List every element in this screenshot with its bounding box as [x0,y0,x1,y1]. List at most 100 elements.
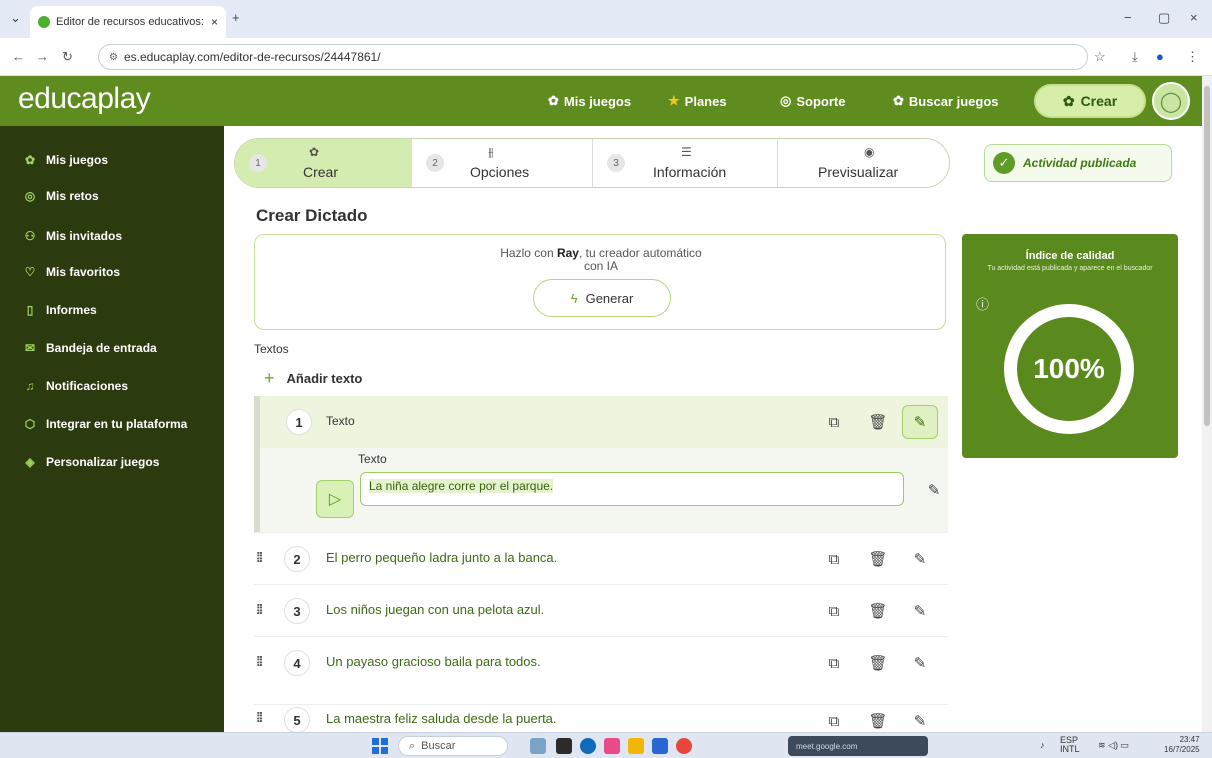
delete-icon[interactable]: 🗑 [864,707,892,732]
sentence-input[interactable]: La niña alegre corre por el parque. [360,472,904,506]
sidebar-item-mis-retos[interactable]: ◎ Mis retos [20,186,99,206]
edit-field-icon[interactable]: ✎ [920,476,948,504]
sidebar-item-integrar[interactable]: ⬡ Integrar en tu plataforma [20,414,188,434]
ray-bolt-icon: ϟ [570,290,578,306]
list-item[interactable]: ⁞⁞ 4 Un payaso gracioso baila para todos… [254,636,948,688]
step-opciones[interactable]: 2 ⫵ Opciones [412,139,592,187]
cube-icon: ⬡ [24,417,36,431]
sidebar-item-notificaciones[interactable]: ♫ Notificaciones [20,376,129,396]
step-label: Crear [303,164,339,180]
list-item[interactable]: ⁞⁞ 2 El perro pequeño ladra junto a la b… [254,532,948,584]
sidebar-item-personalizar[interactable]: ◈ Personalizar juegos [20,452,159,472]
taskview-icon[interactable] [556,738,572,754]
back-icon[interactable]: ← [12,49,25,64]
puzzle-icon: ✿ [1062,92,1075,109]
minimize-button[interactable]: − [1124,10,1132,25]
step-previsualizar[interactable]: ◉ Previsualizar [778,139,950,187]
sentence-value: La niña alegre corre por el parque. [369,479,554,493]
delete-icon[interactable]: 🗑 [864,649,892,677]
windows-start-icon[interactable] [372,738,388,754]
duplicate-icon[interactable]: ⧉ [820,649,848,677]
sidebar-item-mis-favoritos[interactable]: ♡ Mis favoritos [20,262,120,282]
edit-icon[interactable]: ✎ [906,649,934,677]
text-item-header[interactable]: 1 Texto ⧉ 🗑 ✎ [260,396,948,448]
favicon-icon [38,16,50,28]
maximize-button[interactable]: ▢ [1158,10,1170,26]
duplicate-icon[interactable]: ⧉ [820,597,848,625]
scrollbar-thumb[interactable] [1204,86,1210,426]
list-item[interactable]: ⁞⁞ 5 La maestra feliz saluda desde la pu… [254,704,948,732]
delete-icon[interactable]: 🗑 [864,408,892,436]
add-text-button[interactable]: + Añadir texto [264,368,362,389]
nav-soporte[interactable]: ◎ Soporte [780,93,845,109]
close-window-button[interactable]: × [1190,10,1198,25]
url-field[interactable]: ⚙ es.educaplay.com/editor-de-recursos/24… [98,44,1088,70]
create-button[interactable]: ✿ Crear [1034,84,1146,118]
sidebar-item-bandeja[interactable]: ✉ Bandeja de entrada [20,338,157,358]
step-informacion[interactable]: 3 ☰ Información [593,139,777,187]
edit-icon[interactable]: ✎ [906,707,934,732]
item-number: 1 [286,409,312,435]
photos-icon[interactable] [604,738,620,754]
menu-icon[interactable]: ⋮ [1186,49,1199,65]
drag-handle-icon[interactable]: ⁞⁞ [256,709,263,725]
step-label: Previsualizar [818,164,899,180]
sidebar-item-mis-juegos[interactable]: ✿ Mis juegos [20,150,108,170]
site-info-icon[interactable]: ⚙ [109,52,118,63]
folder-icon[interactable] [628,738,644,754]
info-icon[interactable]: ⓘ [976,294,989,313]
duplicate-icon[interactable]: ⧉ [820,707,848,732]
step-crear[interactable]: 1 ✿ Crear [235,139,411,187]
nav-mis-juegos[interactable]: ✿ Mis juegos [548,93,631,109]
sidebar-item-informes[interactable]: ▯ Informes [20,300,97,320]
widgets-icon[interactable] [530,738,546,754]
mic-icon[interactable]: ♪ [1040,740,1045,750]
tab-search-icon[interactable]: ⌄ [10,10,21,26]
meet-label: meet.google.com [796,741,858,751]
drag-handle-icon[interactable]: ⁞⁞ [256,653,263,669]
download-icon[interactable]: ⤓ [1132,49,1138,65]
sidebar-item-mis-invitados[interactable]: ⚇ Mis invitados [20,226,122,246]
step-label: Opciones [470,164,530,180]
taskbar-search[interactable]: ⌕ Buscar [398,736,508,756]
edit-icon[interactable]: ✎ [906,597,934,625]
duplicate-icon[interactable]: ⧉ [820,408,848,436]
nav-buscar-juegos[interactable]: ✿ Buscar juegos [893,93,999,109]
language-indicator[interactable]: ESP INTL [1060,736,1080,754]
sidebar-item-label: Mis retos [46,189,99,203]
play-audio-button[interactable]: ▷ [316,480,354,518]
nav-planes[interactable]: ★ Planes [668,93,727,109]
tab-close-icon[interactable]: × [211,15,218,29]
edit-icon[interactable]: ✎ [902,405,938,439]
new-tab-button[interactable]: + [232,10,240,25]
wifi-volume-battery-icon[interactable]: ≋ ◁) ▭ [1098,740,1129,751]
vertical-scrollbar[interactable] [1202,76,1212,732]
avatar[interactable]: ◯ [1152,82,1190,120]
educaplay-logo[interactable]: educaplay [18,82,151,116]
sidebar-item-label: Informes [46,303,97,317]
sidebar-item-label: Notificaciones [46,379,129,393]
list-item[interactable]: ⁞⁞ 3 Los niños juegan con una pelota azu… [254,584,948,636]
delete-icon[interactable]: 🗑 [864,597,892,625]
delete-icon[interactable]: 🗑 [864,545,892,573]
edit-icon[interactable]: ✎ [906,545,934,573]
bookmark-star-icon[interactable]: ☆ [1094,49,1106,65]
generate-button[interactable]: ϟ Generar [533,279,671,317]
drag-handle-icon[interactable]: ⁞⁞ [256,601,263,617]
browser-tab[interactable]: Editor de recursos educativos: ( × [30,6,226,38]
mail-icon: ✉ [24,341,36,355]
forward-icon[interactable]: → [36,49,49,64]
duplicate-icon[interactable]: ⧉ [820,545,848,573]
store-icon[interactable] [652,738,668,754]
taskbar-clock[interactable]: 23:47 16/7/2025 [1164,735,1200,755]
eye-icon: ◉ [864,145,875,159]
profile-icon[interactable]: ● [1156,49,1164,64]
reload-icon[interactable]: ↻ [62,49,73,65]
chrome-icon[interactable] [676,738,692,754]
plus-icon: + [264,368,275,388]
published-label: Actividad publicada [1023,156,1137,170]
edge-icon[interactable] [580,738,596,754]
taskbar-meet-tab[interactable]: meet.google.com [788,736,928,756]
sidebar-item-label: Bandeja de entrada [46,341,157,355]
drag-handle-icon[interactable]: ⁞⁞ [256,549,263,565]
